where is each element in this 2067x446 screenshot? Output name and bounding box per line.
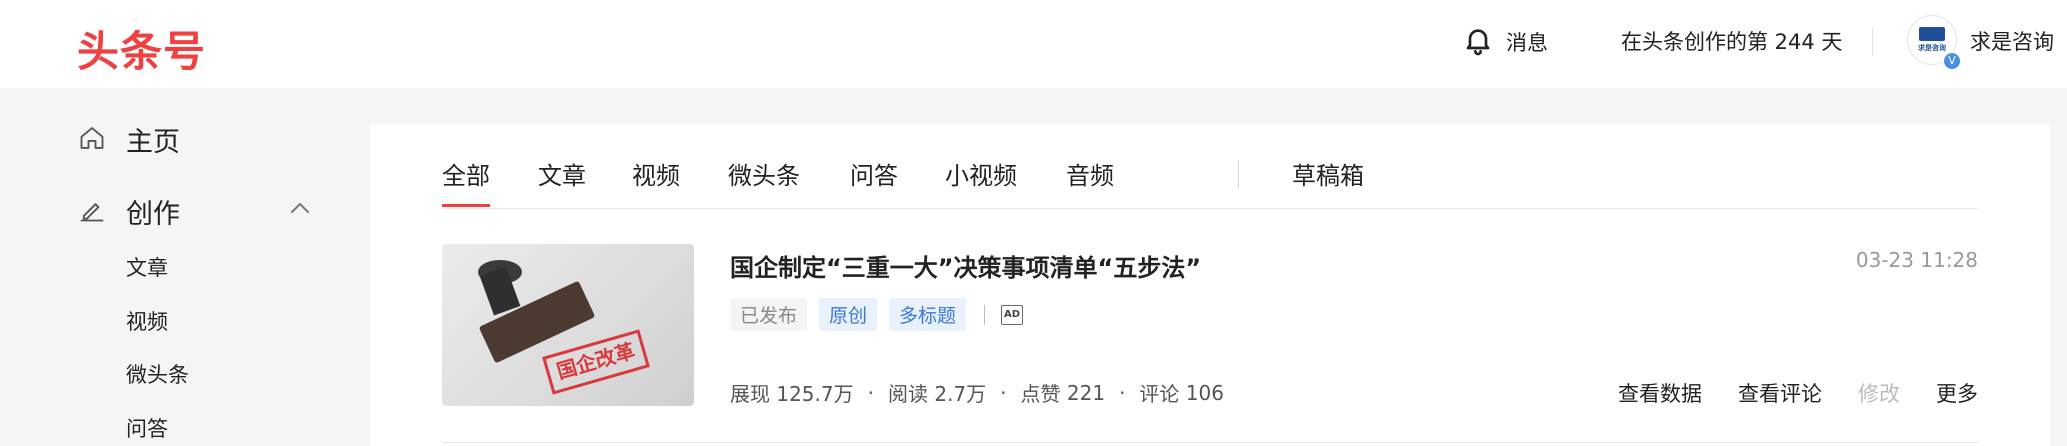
- messages-button[interactable]: 消息: [1462, 22, 1548, 62]
- content-tabs: 全部 文章 视频 微头条 问答 小视频 音频 草稿箱: [442, 124, 1978, 209]
- tab-article[interactable]: 文章: [538, 156, 586, 191]
- sidebar-item-label: 主页: [126, 127, 180, 158]
- pen-icon: [78, 196, 106, 228]
- sidebar: 主页 创作 文章 视频 微头条 问答: [0, 88, 340, 446]
- article-tags: 已发布 原创 多标题 AD: [730, 298, 1024, 331]
- stat-label: 点赞: [1020, 382, 1061, 406]
- sidebar-item-label: 创作: [126, 199, 180, 230]
- bell-icon: [1462, 23, 1494, 61]
- separator-dot: ·: [1119, 380, 1126, 405]
- stat-label: 阅读: [887, 382, 928, 406]
- tab-video[interactable]: 视频: [632, 156, 680, 191]
- avatar-text: 求是咨询: [1918, 44, 1946, 52]
- article-row: 国企改革 国企制定“三重一大”决策事项清单“五步法” 03-23 11:28 已…: [442, 244, 1978, 444]
- chevron-up-icon[interactable]: [288, 200, 312, 220]
- sidebar-subitem-article[interactable]: 文章: [126, 252, 168, 282]
- stamp-text: 国企改革: [554, 338, 638, 383]
- tab-qa[interactable]: 问答: [850, 156, 898, 191]
- username[interactable]: 求是咨询: [1970, 22, 2054, 62]
- ad-icon: AD: [1001, 304, 1024, 325]
- tab-audio[interactable]: 音频: [1066, 156, 1114, 191]
- article-thumbnail[interactable]: 国企改革: [442, 244, 694, 406]
- sidebar-item-create[interactable]: 创作: [78, 192, 180, 231]
- stat-value: 125.7万: [776, 382, 854, 406]
- sidebar-item-home[interactable]: 主页: [78, 120, 180, 159]
- stat-value: 221: [1066, 380, 1106, 405]
- article-time: 03-23 11:28: [1855, 248, 1978, 272]
- edit-button[interactable]: 修改: [1858, 378, 1900, 408]
- separator-dot: ·: [867, 380, 874, 405]
- tab-micro-post[interactable]: 微头条: [728, 156, 800, 191]
- stat-value: 106: [1185, 380, 1224, 405]
- view-comments-button[interactable]: 查看评论: [1738, 378, 1822, 408]
- creation-days-text: 在头条创作的第 244 天: [1621, 30, 1843, 54]
- original-badge: 原创: [819, 298, 878, 331]
- view-data-button[interactable]: 查看数据: [1618, 378, 1702, 408]
- article-stats: 展现 125.7万 · 阅读 2.7万 · 点赞 221 · 评论 106: [730, 378, 1224, 407]
- tab-short-video[interactable]: 小视频: [945, 156, 1017, 191]
- stat-value: 2.7万: [934, 382, 987, 406]
- stat-label: 评论: [1139, 382, 1180, 406]
- sidebar-subitem-qa[interactable]: 问答: [126, 413, 168, 443]
- separator-dot: ·: [1000, 380, 1007, 405]
- content-panel: 全部 文章 视频 微头条 问答 小视频 音频 草稿箱 国企改革 国企制定“三重一…: [370, 124, 2050, 446]
- sidebar-subitem-micro-post[interactable]: 微头条: [126, 359, 189, 389]
- logo[interactable]: 头条号: [77, 18, 206, 79]
- home-icon: [78, 124, 106, 156]
- status-badge: 已发布: [730, 298, 808, 331]
- verified-badge: V: [1942, 51, 1962, 71]
- article-title[interactable]: 国企制定“三重一大”决策事项清单“五步法”: [730, 248, 1201, 283]
- stat-label: 展现: [730, 382, 770, 406]
- tab-all[interactable]: 全部: [442, 156, 490, 207]
- article-actions: 查看数据 查看评论 修改 更多: [1582, 378, 1978, 408]
- avatar-logo-mark: [1919, 27, 1945, 41]
- sidebar-subitem-video[interactable]: 视频: [126, 306, 168, 336]
- top-header: 头条号 消息 在头条创作的第 244 天 求是咨询 V 求是咨询: [0, 0, 2067, 88]
- tab-drafts[interactable]: 草稿箱: [1292, 156, 1364, 191]
- row-divider: [442, 442, 1978, 443]
- header-divider: [1872, 28, 1873, 56]
- stamp-illustration: 国企改革: [478, 260, 650, 395]
- more-button[interactable]: 更多: [1936, 378, 1978, 408]
- multi-title-badge: 多标题: [889, 298, 967, 331]
- messages-label: 消息: [1506, 31, 1548, 55]
- tag-divider: [984, 304, 986, 325]
- tab-divider: [1238, 160, 1239, 188]
